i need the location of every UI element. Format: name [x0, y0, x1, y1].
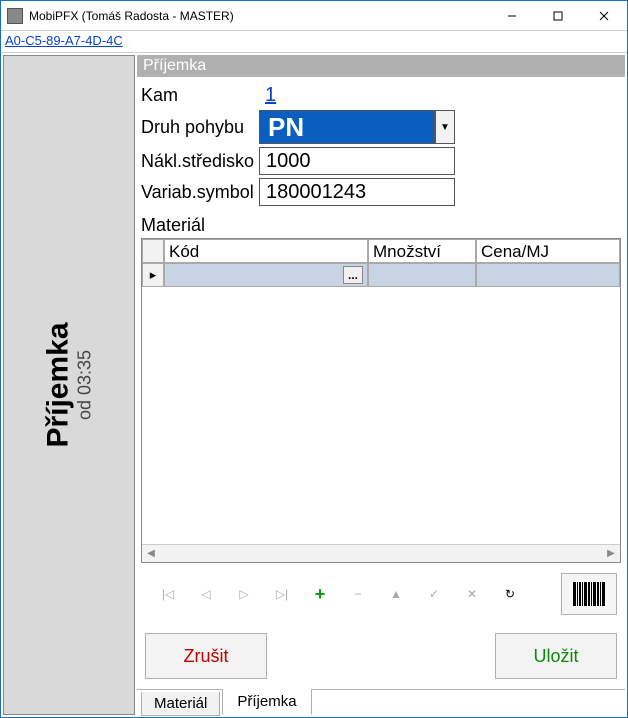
main: Příjemka Kam 1 Druh pohybu PN ▼ N — [137, 55, 625, 715]
nav-prev-button[interactable]: ◁ — [197, 585, 215, 603]
app-window: MobiPFX (Tomáš Radosta - MASTER) A0-C5-8… — [0, 0, 628, 718]
nav-first-button[interactable]: |◁ — [159, 585, 177, 603]
window-controls — [489, 1, 627, 30]
cancel-button[interactable]: Zrušit — [145, 633, 267, 679]
row-indicator: ▸ — [142, 263, 164, 287]
nav-refresh-button[interactable]: ↻ — [501, 585, 519, 603]
scroll-left-icon[interactable]: ◀ — [142, 545, 160, 562]
chevron-down-icon: ▼ — [440, 122, 450, 133]
druh-value: PN — [259, 110, 435, 144]
kam-label: Kam — [141, 85, 259, 106]
grid-header: Kód Množství Cena/MJ — [142, 239, 620, 263]
nav-delete-button[interactable]: − — [349, 585, 367, 603]
nav-cancel-button[interactable]: ✕ — [463, 585, 481, 603]
cell-mnozstvi[interactable] — [368, 263, 476, 287]
nav-post-button[interactable]: ✓ — [425, 585, 443, 603]
save-button[interactable]: Uložit — [495, 633, 617, 679]
variab-input[interactable] — [259, 178, 455, 206]
barcode-icon — [573, 582, 605, 606]
cell-kod[interactable]: ... — [164, 263, 368, 287]
nav-next-button[interactable]: ▷ — [235, 585, 253, 603]
grid-body: ▸ ... — [142, 263, 620, 544]
current-row-icon: ▸ — [150, 267, 157, 283]
maximize-icon — [553, 11, 563, 21]
cell-cena[interactable] — [476, 263, 620, 287]
action-row: Zrušit Uložit — [137, 623, 625, 689]
close-icon — [599, 11, 609, 21]
stredisko-input[interactable] — [259, 147, 455, 175]
druh-label: Druh pohybu — [141, 117, 259, 138]
nav-last-button[interactable]: ▷| — [273, 585, 291, 603]
sidebar-subtitle: od 03:35 — [75, 322, 96, 447]
barcode-button[interactable] — [561, 573, 617, 615]
close-button[interactable] — [581, 1, 627, 30]
nav-insert-button[interactable]: + — [311, 585, 329, 603]
col-cena-header[interactable]: Cena/MJ — [476, 239, 620, 263]
scroll-right-icon[interactable]: ▶ — [602, 545, 620, 562]
row-druh: Druh pohybu PN ▼ — [141, 110, 621, 144]
material-label: Materiál — [141, 215, 625, 236]
db-navigator: |◁ ◁ ▷ ▷| + − ▲ ✓ ✕ ↻ — [137, 563, 625, 623]
grid-header-selector[interactable] — [142, 239, 164, 263]
maximize-button[interactable] — [535, 1, 581, 30]
app-icon — [7, 8, 23, 24]
scroll-track[interactable] — [160, 545, 602, 562]
kod-lookup-button[interactable]: ... — [343, 266, 363, 284]
row-stredisko: Nákl.středisko — [141, 147, 621, 175]
variab-label: Variab.symbol — [141, 182, 259, 203]
table-row[interactable]: ▸ ... — [142, 263, 620, 287]
titlebar: MobiPFX (Tomáš Radosta - MASTER) — [1, 1, 627, 31]
tab-material[interactable]: Materiál — [141, 692, 220, 716]
mac-address-link[interactable]: A0-C5-89-A7-4D-4C — [5, 33, 123, 48]
minimize-icon — [507, 11, 517, 21]
section-title: Příjemka — [137, 55, 625, 77]
grid-hscrollbar[interactable]: ◀ ▶ — [142, 544, 620, 562]
row-variab: Variab.symbol — [141, 178, 621, 206]
body: Příjemka od 03:35 Příjemka Kam 1 Druh po… — [1, 53, 627, 717]
stredisko-label: Nákl.středisko — [141, 151, 259, 172]
material-grid: Kód Množství Cena/MJ ▸ ... — [141, 238, 621, 563]
kam-value-link[interactable]: 1 — [259, 84, 282, 107]
sidebar-label: Příjemka od 03:35 — [42, 322, 96, 447]
form-area: Kam 1 Druh pohybu PN ▼ Nákl.středisko — [137, 77, 625, 209]
col-mnozstvi-header[interactable]: Množství — [368, 239, 476, 263]
mac-bar: A0-C5-89-A7-4D-4C — [1, 31, 627, 53]
sidebar-title: Příjemka — [42, 322, 75, 447]
minimize-button[interactable] — [489, 1, 535, 30]
col-kod-header[interactable]: Kód — [164, 239, 368, 263]
window-title: MobiPFX (Tomáš Radosta - MASTER) — [29, 9, 489, 23]
sidebar: Příjemka od 03:35 — [3, 55, 135, 715]
druh-combo[interactable]: PN ▼ — [259, 110, 455, 144]
nav-edit-button[interactable]: ▲ — [387, 585, 405, 603]
tab-prijemka[interactable]: Příjemka — [222, 689, 311, 715]
bottom-tabs: Materiál Příjemka — [137, 689, 625, 715]
druh-dropdown-button[interactable]: ▼ — [435, 110, 455, 144]
row-kam: Kam 1 — [141, 84, 621, 107]
